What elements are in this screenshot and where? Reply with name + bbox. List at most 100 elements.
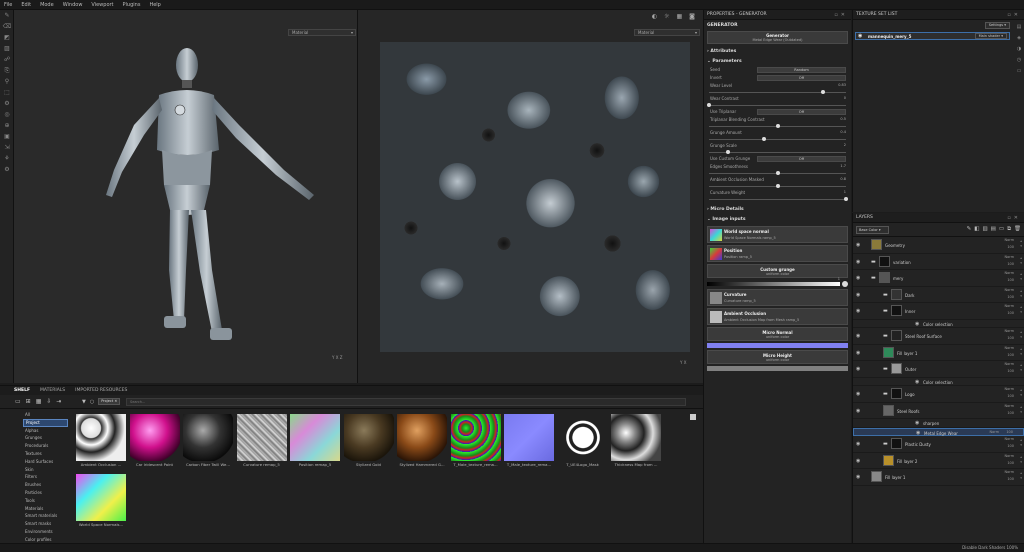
param-value[interactable]: 0.83: [838, 83, 846, 87]
layer-blend-mode[interactable]: Norm: [1004, 238, 1014, 242]
layer-blend-mode[interactable]: Norm: [989, 430, 999, 434]
custom-grunge-slot[interactable]: Custom grunge uniform color: [707, 264, 848, 278]
shelf-category-materials[interactable]: Materials: [23, 505, 68, 513]
panel-window-icons[interactable]: ▫✕: [1007, 213, 1021, 223]
layer-sub-row[interactable]: ◉ Color selection: [853, 378, 1024, 386]
menu-item-file[interactable]: File: [4, 2, 12, 8]
gradient-row[interactable]: 1: [707, 277, 848, 287]
shelf-category-tools[interactable]: Tools: [23, 497, 68, 505]
paint-brush-icon[interactable]: ✎: [0, 10, 14, 21]
shelf-asset[interactable]: Curvature remap_5: [236, 414, 287, 472]
delete-icon[interactable]: 🗑: [1014, 226, 1021, 233]
settings-dropdown[interactable]: Settings ▾: [984, 22, 1010, 29]
camera-icon[interactable]: ⚘: [0, 153, 14, 164]
texture-set-item[interactable]: ◉ mannequin_mery_5 Main shader ▾: [855, 32, 1010, 40]
layer-blend-mode[interactable]: Norm: [1004, 470, 1014, 474]
layer-sub-row[interactable]: ◉ sharpen: [853, 419, 1024, 428]
shelf-category-particles[interactable]: Particles: [23, 489, 68, 497]
micro-normal-slot[interactable]: Micro Normal uniform color: [707, 327, 848, 341]
eye-icon[interactable]: ◉: [856, 474, 860, 480]
layer-opacity[interactable]: 100: [1006, 430, 1013, 434]
export-icon[interactable]: ⇥: [56, 398, 61, 405]
layer-blend-mode[interactable]: Norm: [1004, 387, 1014, 391]
micro-height-slot[interactable]: Micro Height uniform color: [707, 350, 848, 364]
folder-icon[interactable]: ▬: [883, 366, 888, 372]
viewport-3d[interactable]: Material ▾ Y X Z: [14, 10, 358, 383]
parameters-section[interactable]: ⌄ Parameters: [704, 56, 851, 66]
add-effect-icon[interactable]: ✎: [967, 226, 972, 233]
layer-row[interactable]: ◉ Steel Roofs Norm 100 ▴ ▾: [853, 403, 1024, 419]
opacity-stepper-icon[interactable]: ▴ ▾: [1020, 363, 1022, 373]
layer-opacity[interactable]: 100: [1007, 336, 1014, 340]
opacity-stepper-icon[interactable]: ▴ ▾: [1020, 471, 1022, 481]
color-picker-icon[interactable]: [842, 281, 848, 287]
param-value[interactable]: 2: [844, 143, 846, 147]
eye-icon[interactable]: ◉: [915, 379, 919, 385]
layer-sub-row[interactable]: ◉ Metal Edge Wear Norm 100: [853, 427, 1024, 436]
param-toggle-button[interactable]: Off: [757, 109, 846, 115]
eye-icon[interactable]: ◉: [856, 292, 860, 298]
shelf-asset[interactable]: Carbon Fiber Twill We...: [183, 414, 233, 472]
layer-blend-mode[interactable]: Norm: [1004, 304, 1014, 308]
filter-chip[interactable]: Project ✕: [98, 398, 121, 405]
opacity-stepper-icon[interactable]: ▴ ▾: [1020, 239, 1022, 249]
position-slot[interactable]: Position Position ramp_5: [707, 245, 848, 262]
opacity-stepper-icon[interactable]: ▴ ▾: [1020, 438, 1022, 448]
opacity-stepper-icon[interactable]: ▴ ▾: [1020, 347, 1022, 357]
shelf-category-brushes[interactable]: Brushes: [23, 481, 68, 489]
param-toggle-button[interactable]: Off: [757, 156, 846, 162]
instance-icon[interactable]: ⧉: [1007, 226, 1011, 233]
geometry-fill-icon[interactable]: ▨: [0, 43, 14, 54]
shelf-category-smart-masks[interactable]: Smart masks: [23, 520, 68, 528]
shelf-category-hard-surfaces[interactable]: Hard Surfaces: [23, 458, 68, 466]
layer-blend-mode[interactable]: Norm: [1004, 437, 1014, 441]
eye-icon[interactable]: ◉: [858, 33, 862, 39]
layer-row[interactable]: ◉ ▬ variation Norm 100 ▴ ▾: [853, 254, 1024, 270]
eye-icon[interactable]: ◉: [856, 333, 860, 339]
ambient-occlusion-slot[interactable]: Ambient Occlusion Ambient Occlusion Map …: [707, 308, 848, 325]
smudge-icon[interactable]: ☍: [0, 54, 14, 65]
eye-icon[interactable]: ◉: [856, 366, 860, 372]
channel-dropdown[interactable]: Base Color ▾: [856, 226, 889, 234]
eye-icon[interactable]: ◉: [915, 321, 919, 327]
shelf-tab-shelf[interactable]: SHELF: [14, 388, 30, 393]
eye-icon[interactable]: ◉: [856, 391, 860, 397]
history-icon[interactable]: ◷: [1017, 57, 1021, 63]
folder-icon[interactable]: ▬: [871, 275, 876, 281]
shelf-category-textures[interactable]: Textures: [23, 450, 68, 458]
shelf-asset[interactable]: T_Male_texture_rema...: [504, 414, 554, 472]
attributes-section[interactable]: › Attributes: [704, 46, 851, 56]
layer-row[interactable]: ◉ ▬ mery Norm 100 ▴ ▾: [853, 270, 1024, 287]
opacity-stepper-icon[interactable]: ▴ ▾: [1020, 455, 1022, 465]
opacity-stepper-icon[interactable]: ▴ ▾: [1020, 256, 1022, 266]
shelf-search-input[interactable]: Search...: [126, 398, 686, 406]
new-shelf-icon[interactable]: ⊞: [26, 398, 31, 405]
layer-blend-mode[interactable]: Norm: [1004, 362, 1014, 366]
display-settings-icon[interactable]: ▭: [1017, 68, 1022, 74]
param-value[interactable]: 0.4: [840, 130, 846, 134]
shelf-category-all[interactable]: All: [23, 411, 68, 419]
shelf-category-smart-materials[interactable]: Smart materials: [23, 512, 68, 520]
param-value[interactable]: 0.5: [840, 117, 846, 121]
layer-blend-mode[interactable]: Norm: [1004, 288, 1014, 292]
opacity-stepper-icon[interactable]: ▴ ▾: [1020, 388, 1022, 398]
shelf-category-alphas[interactable]: Alphas: [23, 427, 68, 435]
texture-set-icon[interactable]: ◈: [1017, 35, 1021, 41]
layer-opacity[interactable]: 100: [1007, 394, 1014, 398]
layer-opacity[interactable]: 100: [1007, 369, 1014, 373]
folder-icon[interactable]: ▬: [883, 441, 888, 447]
eye-icon[interactable]: ◉: [856, 275, 860, 281]
shelf-asset[interactable]: World Space Normals...: [76, 474, 126, 532]
folder-icon[interactable]: ▬: [883, 333, 888, 339]
slider-knob[interactable]: [726, 150, 731, 154]
layer-row[interactable]: ◉ Geometry Norm 100 ▴ ▾: [853, 237, 1024, 254]
shelf-asset[interactable]: T_Male_texture_rema...: [450, 414, 501, 472]
slider-knob[interactable]: [775, 171, 780, 175]
layer-row[interactable]: ◉ ▬ Logo Norm 100 ▴ ▾: [853, 386, 1024, 403]
folder-icon[interactable]: ▬: [883, 391, 888, 397]
menu-item-help[interactable]: Help: [149, 2, 160, 8]
eye-icon[interactable]: ◉: [856, 408, 860, 414]
opacity-stepper-icon[interactable]: ▴ ▾: [1020, 330, 1022, 340]
layer-opacity[interactable]: 100: [1007, 262, 1014, 266]
slider-knob[interactable]: [775, 124, 780, 128]
